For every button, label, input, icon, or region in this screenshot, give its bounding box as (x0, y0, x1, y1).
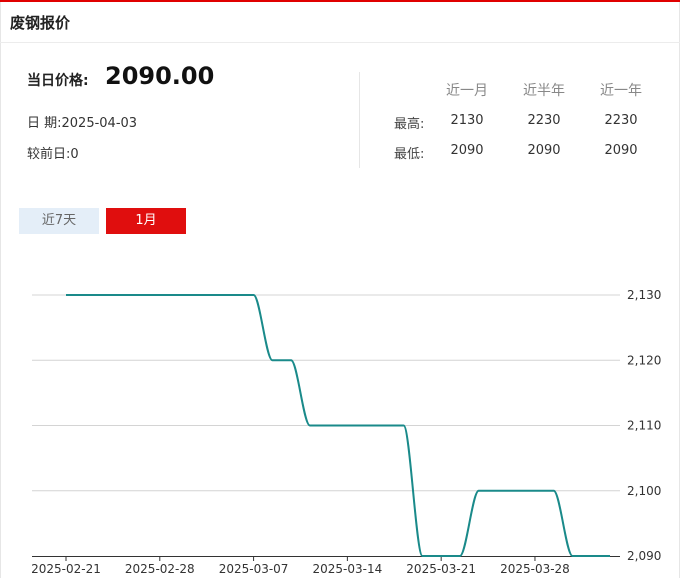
stat-low-month: 2090 (450, 143, 484, 158)
x-tick-label: 2025-03-28 (500, 562, 570, 576)
change-line: 较前日:0 (27, 147, 79, 162)
tab-1-month[interactable]: 1月 (106, 208, 186, 234)
stat-period-year: 近一年 (600, 83, 642, 99)
tab-7-days[interactable]: 近7天 (19, 208, 99, 234)
panel-title: 废钢报价 (10, 14, 71, 32)
panel-header: 废钢报价 (0, 2, 680, 43)
stat-period-half-year: 近半年 (523, 83, 565, 99)
price-line-chart: 2,090 2,100 2,110 2,120 2,130 2025-02-21 2025-… (31, 288, 661, 576)
price-label: 当日价格: (27, 73, 89, 89)
date-line: 日 期:2025-04-03 (27, 116, 138, 131)
y-tick-label: 2,120 (627, 353, 661, 367)
stat-low-half-year: 2090 (527, 143, 561, 158)
x-tick-label: 2025-03-21 (406, 562, 476, 576)
stat-high-label: 最高: (394, 117, 425, 132)
y-tick-label: 2,090 (627, 549, 661, 563)
stat-low-year: 2090 (604, 143, 638, 158)
price-value: 2090.00 (105, 62, 215, 90)
stat-low-label: 最低: (394, 147, 425, 162)
y-tick-label: 2,130 (627, 288, 661, 302)
stat-high-month: 2130 (450, 113, 484, 128)
x-tick-label: 2025-02-21 (31, 562, 101, 576)
x-tick-label: 2025-02-28 (125, 562, 195, 576)
stat-high-year: 2230 (604, 113, 638, 128)
stats-divider (359, 72, 360, 168)
stat-high-half-year: 2230 (527, 113, 561, 128)
y-tick-label: 2,110 (627, 419, 661, 433)
x-tick-label: 2025-03-14 (313, 562, 383, 576)
stat-period-month: 近一月 (446, 83, 488, 99)
y-tick-label: 2,100 (627, 484, 661, 498)
x-tick-label: 2025-03-07 (219, 562, 289, 576)
